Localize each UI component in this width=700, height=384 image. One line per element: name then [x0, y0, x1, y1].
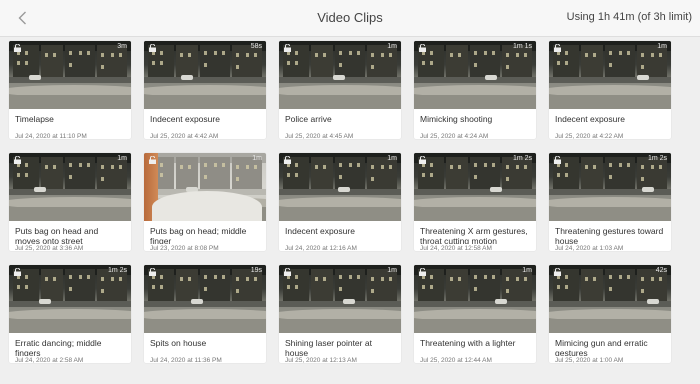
clip-date: Jul 25, 2020 at 12:44 AM — [420, 357, 492, 363]
clip-date: Jul 25, 2020 at 4:22 AM — [555, 133, 624, 139]
clip-label: Erratic dancing; middle fingers — [15, 338, 102, 356]
clip-thumbnail[interactable]: 1m 2s — [9, 265, 131, 333]
clip-duration: 1m — [387, 267, 397, 274]
clip-thumbnail[interactable]: 1m — [279, 153, 401, 221]
lock-icon — [14, 44, 21, 52]
lock-icon — [554, 44, 561, 52]
clip-thumbnail[interactable]: 42s — [549, 265, 671, 333]
clip-label: Indecent exposure — [285, 226, 355, 236]
lock-icon — [419, 268, 426, 276]
clip-card[interactable]: 58s Indecent exposure Jul 25, 2020 at 4:42… — [144, 41, 266, 139]
clip-date: Jul 24, 2020 at 1:03 AM — [555, 245, 624, 251]
lock-icon — [284, 268, 291, 276]
clip-duration: 1m 2s — [107, 267, 127, 274]
clip-duration: 42s — [655, 267, 667, 274]
clip-date: Jul 25, 2020 at 4:42 AM — [150, 133, 219, 139]
clip-card[interactable]: 3m Timelapse Jul 24, 2020 at 11:10 PM — [9, 41, 131, 139]
lock-icon — [284, 44, 291, 52]
clip-duration: 1m — [657, 43, 667, 50]
clip-label: Threatening with a lighter — [420, 338, 516, 348]
clip-thumbnail[interactable]: 3m — [9, 41, 131, 109]
clip-date: Jul 23, 2020 at 8:08 PM — [150, 245, 219, 251]
clip-card[interactable]: 1m Puts bag on head; middle finger Jul 23,… — [144, 153, 266, 251]
lock-icon — [149, 268, 156, 276]
usage-status: Using 1h 41m (of 3h limit) — [566, 11, 692, 23]
clip-card[interactable]: 19s Spits on house Jul 24, 2020 at 11:36 P… — [144, 265, 266, 363]
clip-label: Indecent exposure — [555, 114, 625, 124]
clip-thumbnail[interactable]: 1m 2s — [414, 153, 536, 221]
lock-icon — [419, 44, 426, 52]
clip-duration: 1m — [117, 155, 127, 162]
clip-card[interactable]: 1m 2s Erratic dancing; middle fingers Jul … — [9, 265, 131, 363]
clip-thumbnail[interactable]: 19s — [144, 265, 266, 333]
clip-thumbnail[interactable]: 1m 1s — [414, 41, 536, 109]
lock-icon — [419, 156, 426, 164]
lock-icon — [149, 156, 156, 164]
clip-card[interactable]: 1m Indecent exposure Jul 24, 2020 at 12:16… — [279, 153, 401, 251]
clip-card[interactable]: 1m Indecent exposure Jul 25, 2020 at 4:22 … — [549, 41, 671, 139]
clip-card[interactable]: 42s Mimicing gun and erratic gestures Jul … — [549, 265, 671, 363]
clip-date: Jul 24, 2020 at 12:16 AM — [285, 245, 357, 251]
clip-duration: 1m 2s — [512, 155, 532, 162]
clip-duration: 19s — [250, 267, 262, 274]
clip-thumbnail[interactable]: 1m — [279, 41, 401, 109]
clip-label: Puts bag on head; middle finger — [150, 226, 247, 244]
clip-duration: 1m — [522, 267, 532, 274]
clip-date: Jul 24, 2020 at 11:10 PM — [15, 133, 87, 139]
clip-card[interactable]: 1m 2s Threatening gestures toward house Ju… — [549, 153, 671, 251]
clip-date: Jul 25, 2020 at 4:45 AM — [285, 133, 354, 139]
clip-label: Mimicing gun and erratic gestures — [555, 338, 648, 356]
top-bar: Video Clips Using 1h 41m (of 3h limit) — [0, 0, 700, 37]
clip-date: Jul 24, 2020 at 2:58 AM — [15, 357, 84, 363]
clip-thumbnail[interactable]: 1m 2s — [549, 153, 671, 221]
clip-card[interactable]: 1m Threatening with a lighter Jul 25, 2020… — [414, 265, 536, 363]
clip-thumbnail[interactable]: 1m — [279, 265, 401, 333]
clip-card[interactable]: 1m 2s Threatening X arm gestures, throat … — [414, 153, 536, 251]
clip-duration: 1m 1s — [512, 43, 532, 50]
clip-card[interactable]: 1m Shining laser pointer at house Jul 25, … — [279, 265, 401, 363]
clip-grid: 3m Timelapse Jul 24, 2020 at 11:10 PM 58s In… — [9, 39, 691, 375]
clip-label: Spits on house — [150, 338, 207, 348]
lock-icon — [554, 268, 561, 276]
clip-thumbnail[interactable]: 58s — [144, 41, 266, 109]
clip-duration: 58s — [250, 43, 262, 50]
lock-icon — [554, 156, 561, 164]
clip-date: Jul 25, 2020 at 3:36 AM — [15, 245, 84, 251]
clip-duration: 1m 2s — [647, 155, 667, 162]
clip-thumbnail[interactable]: 1m — [9, 153, 131, 221]
clip-card[interactable]: 1m Police arrive Jul 25, 2020 at 4:45 AM — [279, 41, 401, 139]
clip-date: Jul 24, 2020 at 11:36 PM — [150, 357, 222, 363]
lock-icon — [149, 44, 156, 52]
clip-label: Police arrive — [285, 114, 332, 124]
clip-thumbnail[interactable]: 1m — [414, 265, 536, 333]
clip-label: Threatening gestures toward house — [555, 226, 664, 244]
clip-label: Threatening X arm gestures, throat cutti… — [420, 226, 528, 244]
lock-icon — [14, 156, 21, 164]
clip-thumbnail[interactable]: 1m — [549, 41, 671, 109]
clip-card[interactable]: 1m 1s Mimicking shooting Jul 25, 2020 at 4… — [414, 41, 536, 139]
clip-duration: 3m — [117, 43, 127, 50]
clip-date: Jul 25, 2020 at 12:13 AM — [285, 357, 357, 363]
clip-label: Indecent exposure — [150, 114, 220, 124]
clip-duration: 1m — [252, 155, 262, 162]
clip-date: Jul 25, 2020 at 1:00 AM — [555, 357, 624, 363]
clip-date: Jul 25, 2020 at 4:24 AM — [420, 133, 489, 139]
clip-duration: 1m — [387, 155, 397, 162]
clip-card[interactable]: 1m Puts bag on head and moves onto street… — [9, 153, 131, 251]
clip-label: Shining laser pointer at house — [285, 338, 372, 356]
clip-label: Timelapse — [15, 114, 54, 124]
clip-thumbnail[interactable]: 1m — [144, 153, 266, 221]
lock-icon — [284, 156, 291, 164]
clip-duration: 1m — [387, 43, 397, 50]
clip-label: Mimicking shooting — [420, 114, 493, 124]
clip-date: Jul 24, 2020 at 12:58 AM — [420, 245, 492, 251]
lock-icon — [14, 268, 21, 276]
clip-label: Puts bag on head and moves onto street — [15, 226, 99, 244]
